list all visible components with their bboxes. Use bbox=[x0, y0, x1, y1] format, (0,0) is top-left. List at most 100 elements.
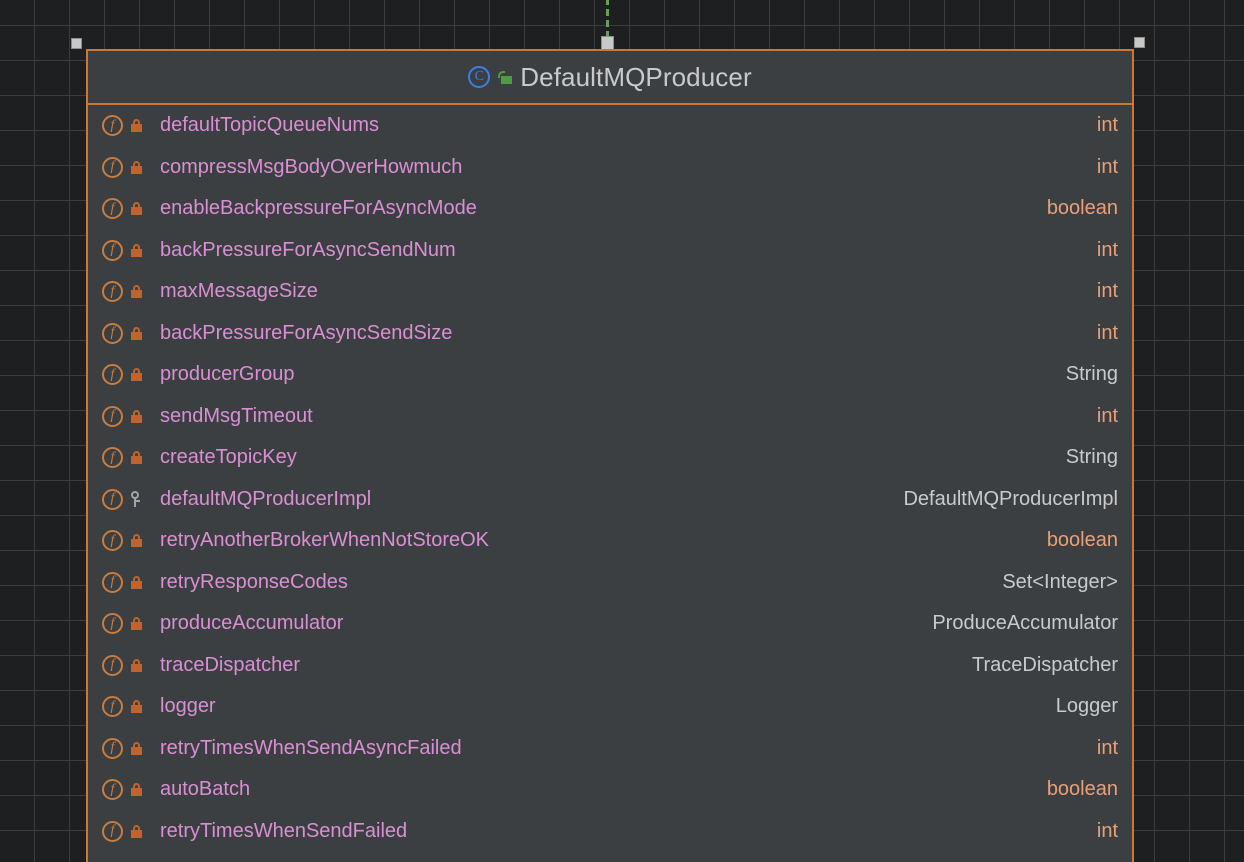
member-type: ProduceAccumulator bbox=[932, 612, 1118, 635]
class-member-row[interactable]: f sendMsgTimeout int bbox=[88, 396, 1132, 438]
class-member-row[interactable]: f producerGroup String bbox=[88, 354, 1132, 396]
selection-handle-top-left[interactable] bbox=[71, 38, 82, 49]
class-member-row[interactable]: f createTopicKey String bbox=[88, 437, 1132, 479]
member-icons: f bbox=[102, 115, 160, 137]
member-name: defaultMQProducerImpl bbox=[160, 487, 372, 510]
member-icons: f bbox=[102, 198, 160, 220]
member-type: int bbox=[1096, 321, 1118, 344]
member-icons: f bbox=[102, 696, 160, 718]
lock-private-icon bbox=[130, 284, 143, 299]
field-f-icon: f bbox=[102, 156, 123, 178]
lock-private-icon bbox=[130, 616, 143, 631]
member-type: int bbox=[1096, 114, 1118, 137]
field-f-icon: f bbox=[102, 696, 123, 718]
class-member-row[interactable]: f retryTimesWhenSendAsyncFailed int bbox=[88, 728, 1132, 770]
member-icons: f bbox=[102, 530, 160, 552]
field-f-icon: f bbox=[102, 239, 123, 261]
member-type: TraceDispatcher bbox=[972, 653, 1118, 676]
member-name: producerGroup bbox=[160, 363, 295, 386]
field-f-icon: f bbox=[102, 779, 123, 801]
lock-private-icon bbox=[130, 533, 143, 548]
key-package-icon bbox=[130, 491, 143, 508]
class-member-row[interactable]: f produceAccumulator ProduceAccumulator bbox=[88, 603, 1132, 645]
member-icons: f bbox=[102, 737, 160, 759]
member-type: boolean bbox=[1046, 197, 1118, 220]
lock-private-icon bbox=[130, 450, 143, 465]
lock-private-icon bbox=[130, 699, 143, 714]
class-member-row[interactable]: f backPressureForAsyncSendNum int bbox=[88, 230, 1132, 272]
class-member-row[interactable]: f autoBatch boolean bbox=[88, 769, 1132, 811]
class-member-row[interactable]: f compressMsgBodyOverHowmuch int bbox=[88, 147, 1132, 189]
member-icons: f bbox=[102, 364, 160, 386]
field-f-icon: f bbox=[102, 405, 123, 427]
selection-handle-top-right[interactable] bbox=[1134, 37, 1145, 48]
member-name: retryAnotherBrokerWhenNotStoreOK bbox=[160, 529, 490, 552]
member-name: retryResponseCodes bbox=[160, 570, 348, 593]
member-icons: f bbox=[102, 820, 160, 842]
field-f-icon: f bbox=[102, 613, 123, 635]
member-type: int bbox=[1096, 404, 1118, 427]
class-member-row[interactable]: f traceDispatcher TraceDispatcher bbox=[88, 645, 1132, 687]
member-type: String bbox=[1065, 446, 1118, 469]
member-icons: f bbox=[102, 281, 160, 303]
member-type: String bbox=[1065, 363, 1118, 386]
lock-private-icon bbox=[130, 160, 143, 175]
member-name: enableBackpressureForAsyncMode bbox=[160, 197, 477, 220]
member-name: produceAccumulator bbox=[160, 612, 344, 635]
class-member-row[interactable]: f defaultMQProducerImpl DefaultMQProducerI… bbox=[88, 479, 1132, 521]
member-name: retryTimesWhenSendAsyncFailed bbox=[160, 736, 462, 759]
field-f-icon: f bbox=[102, 322, 123, 344]
member-type: int bbox=[1096, 280, 1118, 303]
class-member-row[interactable]: f backPressureForAsyncSendSize int bbox=[88, 313, 1132, 355]
lock-private-icon bbox=[130, 367, 143, 382]
field-f-icon: f bbox=[102, 654, 123, 676]
member-icons: f bbox=[102, 239, 160, 261]
member-name: logger bbox=[160, 695, 216, 718]
member-name: compressMsgBodyOverHowmuch bbox=[160, 155, 463, 178]
field-f-icon: f bbox=[102, 115, 123, 137]
member-name: backPressureForAsyncSendSize bbox=[160, 321, 453, 344]
field-f-icon: f bbox=[102, 447, 123, 469]
class-member-row[interactable]: f retryResponseCodes Set<Integer> bbox=[88, 562, 1132, 604]
member-icons: f bbox=[102, 571, 160, 593]
unlock-green-icon bbox=[498, 69, 513, 85]
class-title: DefaultMQProducer bbox=[520, 61, 752, 92]
uml-class-box[interactable]: C DefaultMQProducer f defaultTopicQueueNu… bbox=[86, 49, 1134, 862]
member-name: backPressureForAsyncSendNum bbox=[160, 238, 456, 261]
member-icons: f bbox=[102, 488, 160, 510]
member-type: int bbox=[1096, 819, 1118, 842]
member-icons: f bbox=[102, 654, 160, 676]
member-icons: f bbox=[102, 156, 160, 178]
lock-private-icon bbox=[130, 326, 143, 341]
class-member-row[interactable]: f retryTimesWhenSendFailed int bbox=[88, 811, 1132, 853]
class-header[interactable]: C DefaultMQProducer bbox=[88, 51, 1132, 105]
member-type: int bbox=[1096, 155, 1118, 178]
member-name: sendMsgTimeout bbox=[160, 404, 313, 427]
member-type: boolean bbox=[1046, 529, 1118, 552]
alignment-guide-line bbox=[606, 0, 609, 40]
diagram-canvas[interactable]: C DefaultMQProducer f defaultTopicQueueNu… bbox=[0, 0, 1244, 862]
member-icons: f bbox=[102, 779, 160, 801]
class-member-row[interactable]: f defaultTopicQueueNums int bbox=[88, 105, 1132, 147]
class-member-row[interactable]: f retryAnotherBrokerWhenNotStoreOK boolean bbox=[88, 520, 1132, 562]
class-member-row[interactable]: f logger Logger bbox=[88, 686, 1132, 728]
class-member-row[interactable]: f enableBackpressureForAsyncMode boolean bbox=[88, 188, 1132, 230]
field-f-icon: f bbox=[102, 820, 123, 842]
member-icons: f bbox=[102, 447, 160, 469]
lock-private-icon bbox=[130, 824, 143, 839]
lock-private-icon bbox=[130, 201, 143, 216]
class-member-row[interactable]: f maxMessageSize int bbox=[88, 271, 1132, 313]
member-type: DefaultMQProducerImpl bbox=[903, 487, 1118, 510]
lock-private-icon bbox=[130, 658, 143, 673]
member-type: int bbox=[1096, 736, 1118, 759]
lock-private-icon bbox=[130, 741, 143, 756]
member-name: traceDispatcher bbox=[160, 653, 301, 676]
field-f-icon: f bbox=[102, 737, 123, 759]
member-icons: f bbox=[102, 322, 160, 344]
member-name: defaultTopicQueueNums bbox=[160, 114, 380, 137]
member-name: retryTimesWhenSendFailed bbox=[160, 819, 408, 842]
lock-private-icon bbox=[130, 575, 143, 590]
lock-private-icon bbox=[130, 782, 143, 797]
field-f-icon: f bbox=[102, 488, 123, 510]
member-type: Logger bbox=[1055, 695, 1118, 718]
